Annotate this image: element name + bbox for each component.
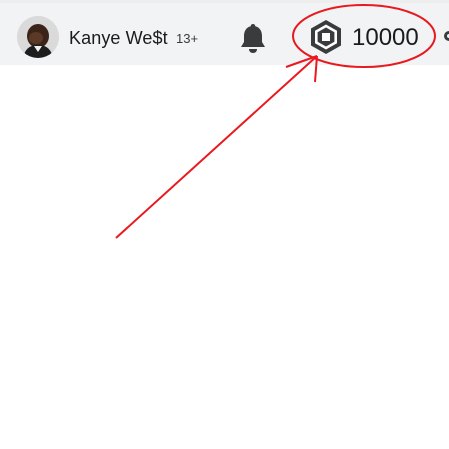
robux-amount: 10000	[352, 24, 419, 51]
bell-icon	[241, 24, 265, 53]
username-label[interactable]: Kanye We$t	[69, 26, 168, 50]
avatar[interactable]	[17, 16, 59, 58]
top-navigation-bar: Kanye We$t 13+ 10000	[0, 0, 449, 65]
robux-balance-button[interactable]: 10000	[300, 17, 428, 57]
screenshot-stage: Kanye We$t 13+ 10000	[0, 0, 449, 449]
notifications-button[interactable]	[234, 19, 272, 57]
age-badge: 13+	[176, 31, 199, 46]
red-annotation-overlay	[115, 4, 436, 239]
robux-icon	[311, 20, 341, 54]
gear-icon[interactable]	[444, 31, 449, 41]
annotation-arrow-line	[115, 55, 318, 239]
avatar-image	[17, 16, 59, 58]
